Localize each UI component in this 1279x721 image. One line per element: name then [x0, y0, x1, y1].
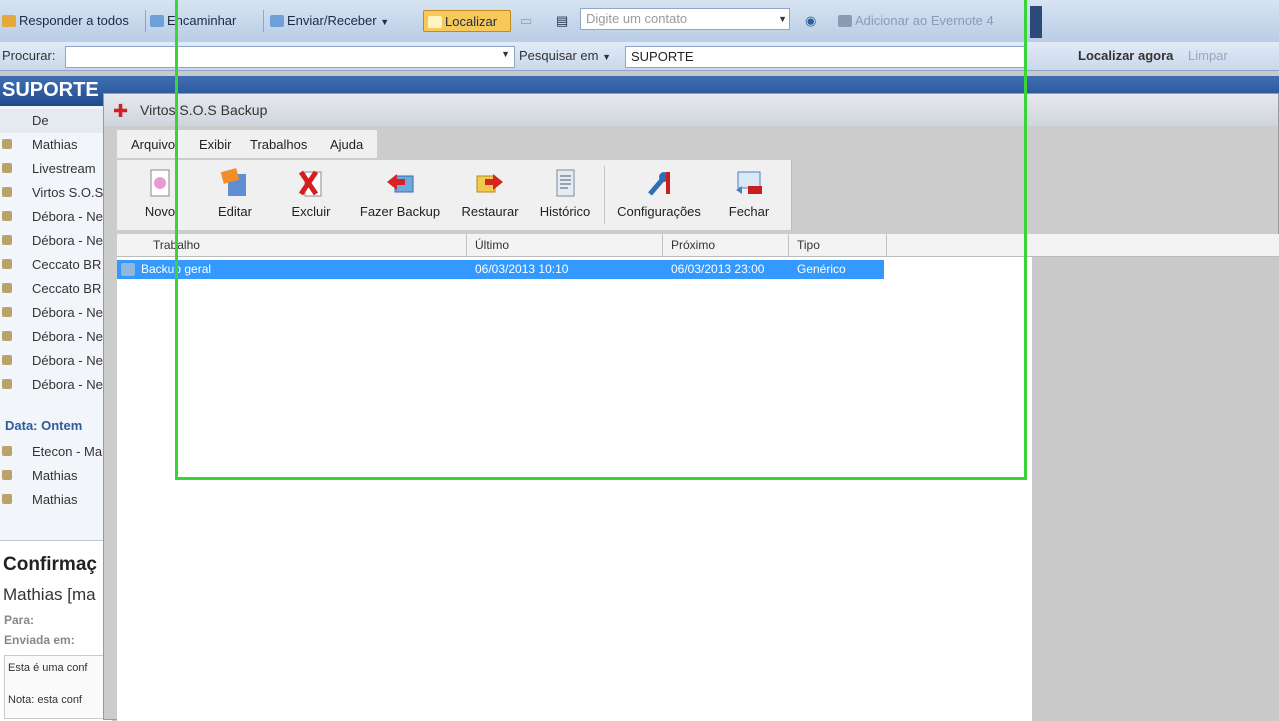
- backup-job-icon: [121, 263, 135, 276]
- list-item-sender: Etecon - Ma: [32, 444, 103, 459]
- list-item-sender: Ceccato BR: [32, 281, 102, 296]
- list-item[interactable]: Débora - Ne: [0, 325, 112, 349]
- list-item-sender: Mathias: [32, 492, 78, 507]
- list-item-sender: Ceccato BR: [32, 257, 102, 272]
- list-item-sender: Débora - Ne: [32, 377, 103, 392]
- mail-icon: [2, 259, 12, 269]
- clear-button[interactable]: Limpar: [1188, 48, 1228, 63]
- group-header-yesterday[interactable]: Data: Ontem: [5, 418, 82, 433]
- mail-icon: [2, 355, 12, 365]
- reply-all-button[interactable]: Responder a todos: [2, 10, 129, 32]
- mail-icon: [2, 494, 12, 504]
- mail-icon: [2, 307, 12, 317]
- toolbar-divider: [145, 10, 146, 32]
- find-now-button[interactable]: Localizar agora: [1078, 48, 1173, 63]
- reply-all-label: Responder a todos: [19, 13, 129, 28]
- mail-icon: [2, 211, 12, 221]
- forward-icon: [150, 15, 164, 27]
- to-label: Para:: [4, 613, 35, 627]
- list-item[interactable]: Débora - Ne: [0, 373, 112, 397]
- list-item[interactable]: Etecon - Ma: [0, 440, 112, 464]
- folder-title: SUPORTE: [2, 79, 99, 101]
- mail-icon: [2, 379, 12, 389]
- list-header[interactable]: De: [0, 109, 112, 133]
- list-item-sender: Débora - Ne: [32, 329, 103, 344]
- list-header-label: De: [32, 113, 49, 128]
- mail-icon: [2, 235, 12, 245]
- mail-icon: [2, 446, 12, 456]
- list-item-sender: Débora - Ne: [32, 233, 103, 248]
- list-item[interactable]: Débora - Ne: [0, 205, 112, 229]
- mail-icon: [2, 283, 12, 293]
- reading-pane: Confirmaç Mathias [ma Para: Enviada em: …: [0, 540, 112, 721]
- message-body-line: Nota: esta conf: [8, 694, 82, 706]
- list-item-sender: Livestream: [32, 161, 96, 176]
- list-item[interactable]: Virtos S.O.S: [0, 181, 112, 205]
- list-item[interactable]: Ceccato BR: [0, 277, 112, 301]
- app-logo-icon: ✚: [113, 101, 129, 121]
- message-body: Esta é uma conf Nota: esta conf: [4, 655, 110, 719]
- mail-icon: [2, 139, 12, 149]
- toolbar-handle: [1030, 6, 1042, 38]
- reply-all-icon: [2, 15, 16, 27]
- message-sender: Mathias [ma: [3, 585, 96, 604]
- new-icon: [150, 169, 170, 197]
- list-item-sender: Débora - Ne: [32, 353, 103, 368]
- list-item[interactable]: Mathias: [0, 488, 112, 512]
- menu-arquivo[interactable]: Arquivo: [131, 137, 175, 152]
- message-body-line: Esta é uma conf: [8, 662, 88, 674]
- search-label: Procurar:: [2, 48, 56, 63]
- list-item[interactable]: Débora - Ne: [0, 301, 112, 325]
- list-item[interactable]: Mathias: [0, 133, 112, 157]
- list-item[interactable]: Débora - Ne: [0, 229, 112, 253]
- mail-icon: [2, 163, 12, 173]
- list-item-sender: Débora - Ne: [32, 209, 103, 224]
- list-item-sender: Mathias: [32, 137, 78, 152]
- list-item[interactable]: Ceccato BR: [0, 253, 112, 277]
- sent-label: Enviada em:: [4, 633, 75, 647]
- mail-icon: [2, 187, 12, 197]
- list-item[interactable]: Livestream: [0, 157, 112, 181]
- list-item-sender: Mathias: [32, 468, 78, 483]
- list-item[interactable]: Mathias: [0, 464, 112, 488]
- mail-icon: [2, 331, 12, 341]
- list-item[interactable]: Débora - Ne: [0, 349, 112, 373]
- mail-icon: [2, 470, 12, 480]
- list-item-sender: Virtos S.O.S: [32, 185, 104, 200]
- message-subject: Confirmaç: [3, 554, 97, 575]
- list-item-sender: Débora - Ne: [32, 305, 103, 320]
- recording-frame: [175, 0, 1027, 480]
